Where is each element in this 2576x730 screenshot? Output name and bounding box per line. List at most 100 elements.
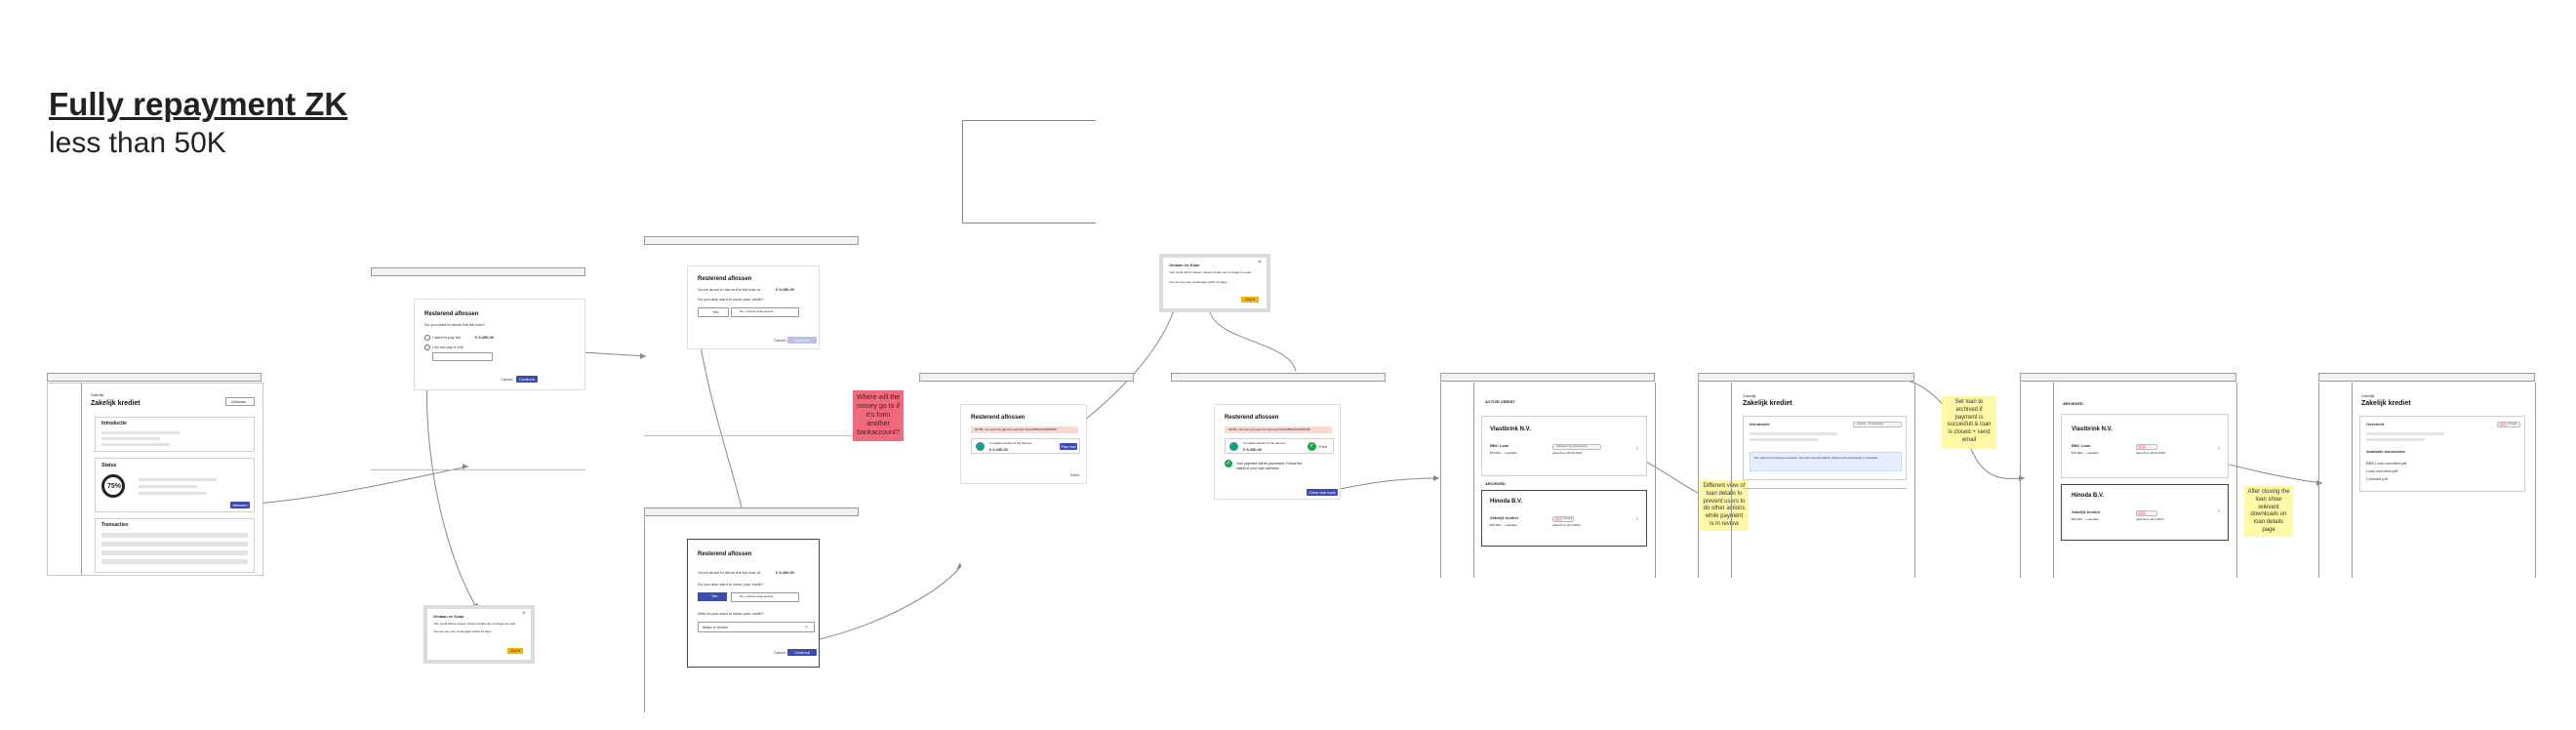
reason-question: Why do you want to close your credit? — [698, 611, 764, 616]
cancel-link[interactable]: Cancel — [774, 339, 785, 343]
chevron-down-icon: ⌄ — [804, 624, 810, 629]
section-archived: ARCHIVED — [2063, 401, 2083, 406]
success-text: Your payment will be processed. Follow t… — [1236, 462, 1303, 470]
chevron-right-icon[interactable]: › — [1636, 516, 1638, 522]
small-modal-title: Gedaan en Klaar — [433, 614, 464, 619]
loan-amount: € 9.450,00 — [776, 570, 794, 575]
option-other-radio[interactable] — [424, 345, 430, 350]
modal-title: Resterend aflossen — [698, 551, 752, 557]
repay-modal-2: Resterend aflossen You're about to retur… — [687, 265, 820, 349]
pay-now-button[interactable]: Pay now — [1060, 443, 1077, 450]
modal-question: Do you want to return the full loan? — [424, 322, 486, 327]
status-badge — [2136, 510, 2157, 516]
browser-bar — [1440, 373, 1655, 382]
option-full-radio[interactable] — [424, 335, 430, 341]
company-name: Hinoda B.V. — [1490, 499, 1523, 505]
yes-option-selected[interactable]: Yes — [698, 592, 727, 601]
status-title: Status — [101, 463, 117, 468]
product-name: BBC Loan — [1490, 443, 1509, 448]
connector-modal3-to-confirm — [819, 565, 962, 640]
sidebar-rail — [81, 384, 82, 575]
small-modal-body2: You can use your credit again within 14 … — [1169, 280, 1228, 284]
repay-button[interactable]: Aflossen — [230, 502, 250, 508]
browser-bar — [1171, 373, 1386, 382]
reason-select[interactable]: Make a choice ⌄ — [698, 622, 815, 632]
no-option[interactable]: No, I want to keep access — [731, 307, 799, 317]
modal-line1: You're about to return the full loan of — [698, 570, 761, 575]
company-card[interactable]: Vlastbrink N.V. BBC Loan €70.000,- - Loa… — [1481, 416, 1647, 476]
cancel-link[interactable]: Cancel — [774, 651, 785, 655]
browser-bar — [47, 373, 262, 382]
page-title: Zakelijk krediet — [91, 400, 141, 407]
amount-input[interactable] — [432, 352, 493, 361]
breadcrumb: Zakelijk — [91, 392, 104, 397]
done-link[interactable]: Done — [1070, 473, 1080, 477]
status-badge: Closed — [1552, 516, 1574, 522]
got-it-button[interactable]: Got it — [1241, 297, 1259, 303]
confirm-payment-modal: Resterend aflossen NOTE: You can only pa… — [960, 404, 1087, 484]
browser-bar — [919, 373, 1134, 382]
archived-card-2[interactable]: Hinoda B.V. Zakelijk krediet €45.000,- -… — [2061, 484, 2229, 541]
loan-detail-screen: Zakelijk Zakelijk krediet Aflossen Intro… — [47, 383, 263, 576]
empty-frame — [962, 120, 1096, 223]
warning-banner: NOTE: You can only pay from account NL12… — [971, 426, 1078, 433]
continue-button[interactable]: Continue — [787, 649, 817, 656]
continue-button[interactable]: Continue — [516, 376, 538, 383]
modal-title: Resterend aflossen — [698, 276, 752, 282]
section-title: Overzicht — [2366, 422, 2385, 426]
modal-line2: Do you also want to close your credit? — [698, 582, 764, 587]
warning-banner: NOTE: You can only pay from account NL12… — [1225, 426, 1332, 433]
section-title: Introductie — [1750, 422, 1770, 426]
document-link[interactable]: BBB Loan overview.pdf — [2366, 462, 2406, 466]
chevron-right-icon[interactable]: › — [2218, 446, 2220, 452]
repay-top-button[interactable]: Aflossen — [225, 397, 255, 406]
chevron-right-icon[interactable]: › — [1636, 446, 1638, 452]
modal-line2: Do you also want to close your credit? — [698, 297, 764, 302]
archived-company-card[interactable]: Hinoda B.V. Zakelijk krediet €45.000,- -… — [1481, 490, 1647, 547]
chevron-right-icon[interactable]: › — [2218, 508, 2220, 514]
close-icon[interactable]: × — [522, 611, 526, 617]
product-name: Zakelijk krediet — [1490, 515, 1518, 520]
document-link[interactable]: Loan overview.pdf — [2366, 469, 2397, 473]
modal-line1: You're about to return the full loan of — [698, 287, 761, 292]
status-badge — [2136, 444, 2157, 450]
company-name: Vlastbrink N.V. — [2072, 426, 2113, 432]
documents-title: Available documents — [2366, 449, 2405, 454]
browser-bar — [2020, 373, 2236, 382]
modal-title: Resterend aflossen — [424, 311, 479, 317]
page-title: Zakelijk krediet — [2361, 400, 2411, 407]
no-option[interactable]: No, I want to keep access — [731, 592, 799, 602]
yes-option[interactable]: Yes — [698, 307, 729, 317]
sticky-note-yellow: Set loan to archived if payment is succe… — [1942, 396, 1996, 449]
processing-notice: Your payment is being processed. Your lo… — [1750, 452, 1902, 471]
continue-button-disabled[interactable]: Continue — [787, 337, 817, 344]
progress-ring: 75% — [101, 474, 125, 498]
option-other-label: I do not pay in full — [432, 345, 463, 349]
close-credit-modal-small: × Gedaan en Klaar Your credit will be cl… — [427, 609, 531, 660]
got-it-button[interactable]: Got it — [507, 648, 523, 654]
small-modal-body2: You can use your credit again within 14 … — [433, 629, 493, 633]
page-title: Zakelijk krediet — [1743, 400, 1792, 407]
check-icon: ✓ — [1308, 442, 1316, 451]
loan-amount: € 9.450,00 — [475, 335, 494, 340]
archived-card-1[interactable]: Vlastbrink N.V. BBC Loan €70.000,- - Loa… — [2061, 414, 2229, 478]
close-icon[interactable]: × — [1258, 260, 1262, 265]
success-check-icon: ✓ — [1225, 460, 1232, 467]
flow-connectors — [245, 302, 2323, 640]
option-full-label: I want to pay full — [432, 335, 461, 340]
final-loan-card: Overzicht Closed Available documents BBB… — [2359, 416, 2525, 492]
close-and-back-button[interactable]: Close and back — [1307, 489, 1338, 496]
breadcrumb: Zakelijk — [2361, 393, 2375, 398]
section-archived: ARCHIVED — [1485, 481, 1506, 486]
intro-card: Introductie — [95, 417, 255, 452]
browser-bar — [1698, 373, 1914, 382]
browser-bar — [644, 507, 859, 516]
sticky-note-yellow: After closing the loan show relevant dow… — [2244, 486, 2293, 537]
company-name: Vlastbrink N.V. — [1490, 426, 1531, 432]
status-badge: Closed - Processing — [1853, 422, 1902, 427]
browser-bar — [371, 267, 585, 276]
sticky-note-yellow: Different view of loan details to preven… — [1700, 480, 1749, 531]
connector-topmodal-to-success — [1209, 311, 1297, 372]
cancel-link[interactable]: Cancel — [501, 378, 512, 382]
document-link[interactable]: Contract.pdf — [2366, 477, 2388, 481]
